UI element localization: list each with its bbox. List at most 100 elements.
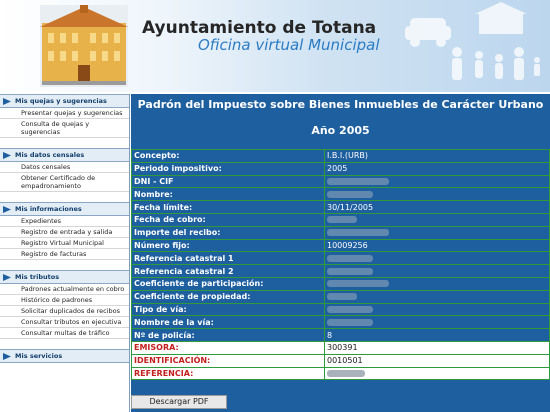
field-label: Número fijo: bbox=[131, 238, 325, 253]
sidebar-item[interactable]: Solicitar duplicados de recibos bbox=[0, 306, 129, 317]
sidebar-section-label: Mis servicios bbox=[15, 352, 63, 360]
table-row: Coeficiente de participación: bbox=[131, 276, 550, 291]
sidebar-section-header[interactable]: Mis servicios bbox=[0, 349, 129, 363]
field-value bbox=[324, 366, 550, 381]
table-row: IDENTIFICACIÓN: 0010501 bbox=[131, 353, 550, 368]
sidebar: Mis quejas y sugerencias Presentar quejas… bbox=[0, 94, 130, 412]
redacted-value bbox=[327, 293, 357, 301]
field-value bbox=[324, 276, 550, 291]
redacted-value bbox=[327, 190, 373, 198]
table-row: Nombre de la vía: bbox=[131, 315, 550, 330]
redacted-value bbox=[327, 229, 389, 237]
sidebar-section-label: Mis tributos bbox=[15, 273, 60, 281]
town-hall-logo bbox=[40, 5, 128, 87]
field-label: Tipo de vía: bbox=[131, 302, 325, 317]
table-row: Referencia catastral 2 bbox=[131, 264, 550, 278]
field-value bbox=[324, 187, 550, 202]
sidebar-item[interactable]: Padrones actualmente en cobro bbox=[0, 284, 129, 295]
redacted-value bbox=[327, 318, 373, 326]
page-title: Padrón del Impuesto sobre Bienes Inmuebl… bbox=[137, 98, 544, 111]
table-row: EMISORA: 300391 bbox=[131, 340, 550, 355]
redacted-value bbox=[327, 305, 373, 313]
sidebar-item[interactable]: Registro de facturas bbox=[0, 249, 129, 260]
table-row: Nombre: bbox=[131, 187, 550, 202]
sidebar-item[interactable]: Histórico de padrones bbox=[0, 295, 129, 306]
field-value: 0010501 bbox=[324, 353, 550, 368]
field-value bbox=[324, 264, 550, 278]
field-value bbox=[324, 212, 550, 227]
year-label: Año 2005 bbox=[311, 124, 370, 137]
sidebar-section-header[interactable]: Mis tributos bbox=[0, 270, 129, 284]
field-label: Fecha límite: bbox=[131, 200, 325, 214]
sidebar-section-header[interactable]: Mis quejas y sugerencias bbox=[0, 94, 129, 108]
sidebar-section-label: Mis informaciones bbox=[15, 205, 82, 213]
sidebar-section-label: Mis quejas y sugerencias bbox=[15, 97, 107, 105]
field-label: Fecha de cobro: bbox=[131, 212, 325, 227]
field-value: 10009256 bbox=[324, 238, 550, 253]
table-row: Coeficiente de propiedad: bbox=[131, 289, 550, 304]
field-value: 2005 bbox=[324, 161, 550, 176]
sidebar-item[interactable]: Registro de entrada y salida bbox=[0, 227, 129, 238]
main-panel: Padrón del Impuesto sobre Bienes Inmuebl… bbox=[131, 94, 550, 412]
field-value bbox=[324, 315, 550, 330]
field-label: Coeficiente de propiedad: bbox=[131, 289, 325, 304]
receipt-table: Concepto: I.B.I.(URB) Periodo impositivo: 2… bbox=[131, 149, 550, 381]
redacted-value bbox=[327, 369, 365, 377]
sidebar-item[interactable]: Expedientes bbox=[0, 216, 129, 227]
field-value bbox=[324, 225, 550, 240]
table-row: Concepto: I.B.I.(URB) bbox=[131, 149, 550, 163]
page-header: Ayuntamiento de Totana Oficina virtual M… bbox=[0, 0, 550, 92]
field-label: REFERENCIA: bbox=[131, 366, 325, 381]
family-icon bbox=[405, 2, 540, 80]
field-value bbox=[324, 174, 550, 189]
field-label: Nº de policía: bbox=[131, 328, 325, 342]
download-pdf-button[interactable]: Descargar PDF bbox=[131, 395, 227, 409]
sidebar-item[interactable]: Consultar multas de tráfico bbox=[0, 328, 129, 339]
redacted-value bbox=[327, 254, 373, 262]
field-label: Coeficiente de participación: bbox=[131, 276, 325, 291]
table-row: Nº de policía: 8 bbox=[131, 328, 550, 342]
sidebar-item[interactable]: Obtener Certificado de empadronamiento bbox=[0, 173, 129, 192]
arrow-right-icon bbox=[3, 98, 11, 105]
field-value: 30/11/2005 bbox=[324, 200, 550, 214]
table-row: REFERENCIA: bbox=[131, 366, 550, 381]
field-label: Nombre: bbox=[131, 187, 325, 202]
arrow-right-icon bbox=[3, 206, 11, 213]
redacted-value bbox=[327, 216, 357, 224]
field-label: Concepto: bbox=[131, 149, 325, 163]
sidebar-section-header[interactable]: Mis datos censales bbox=[0, 148, 129, 162]
field-value: 8 bbox=[324, 328, 550, 342]
field-label: DNI - CIF bbox=[131, 174, 325, 189]
redacted-value bbox=[327, 177, 389, 185]
field-label: Nombre de la vía: bbox=[131, 315, 325, 330]
field-value: I.B.I.(URB) bbox=[324, 149, 550, 163]
field-value bbox=[324, 289, 550, 304]
redacted-value bbox=[327, 280, 389, 288]
field-label: EMISORA: bbox=[131, 340, 325, 355]
sidebar-item[interactable]: Presentar quejas y sugerencias bbox=[0, 108, 129, 119]
field-value bbox=[324, 302, 550, 317]
table-row: Fecha límite: 30/11/2005 bbox=[131, 200, 550, 214]
site-title: Ayuntamiento de Totana bbox=[142, 18, 377, 38]
arrow-right-icon bbox=[3, 152, 11, 159]
field-label: Importe del recibo: bbox=[131, 225, 325, 240]
table-row: Tipo de vía: bbox=[131, 302, 550, 317]
field-label: Referencia catastral 2 bbox=[131, 264, 325, 278]
sidebar-item[interactable]: Registro Virtual Municipal bbox=[0, 238, 129, 249]
field-value bbox=[324, 251, 550, 266]
sidebar-item[interactable]: Consulta de quejas y sugerencias bbox=[0, 119, 129, 138]
site-subtitle: Oficina virtual Municipal bbox=[198, 36, 380, 54]
sidebar-item[interactable]: Datos censales bbox=[0, 162, 129, 173]
sidebar-section-header[interactable]: Mis informaciones bbox=[0, 202, 129, 216]
table-row: DNI - CIF bbox=[131, 174, 550, 189]
sidebar-item[interactable]: Consultar tributos en ejecutiva bbox=[0, 317, 129, 328]
table-row: Fecha de cobro: bbox=[131, 212, 550, 227]
arrow-right-icon bbox=[3, 274, 11, 281]
table-row: Periodo impositivo: 2005 bbox=[131, 161, 550, 176]
table-row: Número fijo: 10009256 bbox=[131, 238, 550, 253]
field-value: 300391 bbox=[324, 340, 550, 355]
